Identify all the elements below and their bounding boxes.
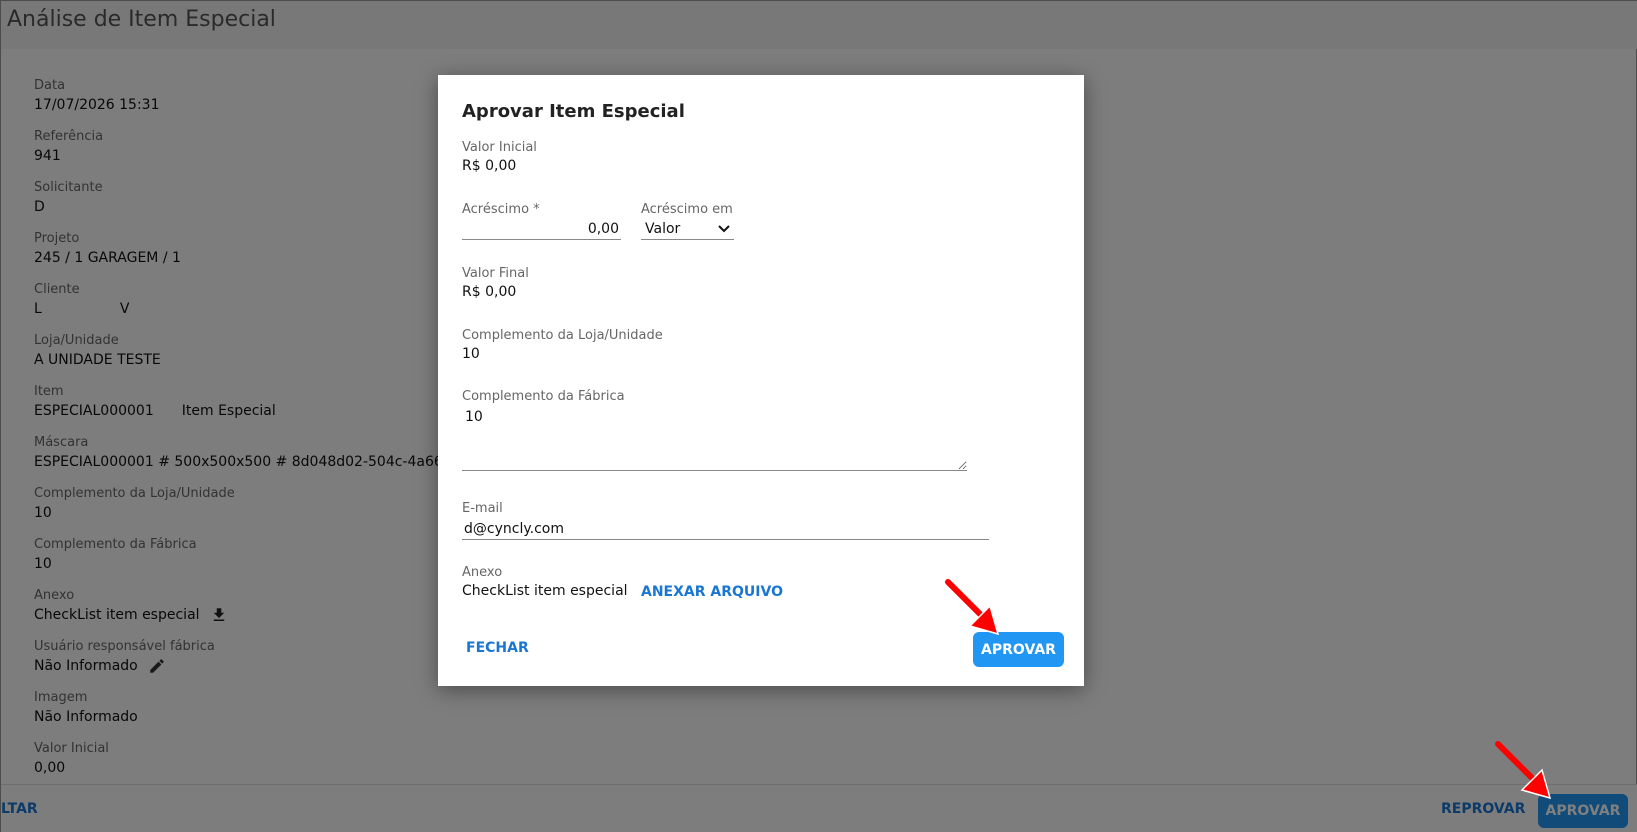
acrescimo-input[interactable]	[462, 218, 621, 240]
annotation-arrow-icon	[945, 579, 1000, 636]
acrescimo-label: Acréscimo *	[462, 202, 540, 217]
fechar-button[interactable]: FECHAR	[466, 640, 529, 656]
valor-inicial-value: R$ 0,00	[462, 158, 517, 174]
anexar-arquivo-button[interactable]: ANEXAR ARQUIVO	[641, 584, 783, 600]
email-label: E-mail	[462, 501, 503, 516]
comp-loja-value: 10	[462, 346, 480, 362]
valor-inicial-label: Valor Inicial	[462, 140, 537, 155]
comp-fabrica-label: Complemento da Fábrica	[462, 389, 625, 404]
annotation-arrow-icon	[1495, 741, 1552, 800]
chevron-down-icon	[718, 222, 730, 236]
valor-final-label: Valor Final	[462, 266, 529, 281]
comp-loja-label: Complemento da Loja/Unidade	[462, 328, 663, 343]
acrescimo-em-label: Acréscimo em	[641, 202, 733, 217]
acrescimo-em-select[interactable]: Valor	[641, 218, 734, 240]
dialog-title: Aprovar Item Especial	[462, 101, 685, 122]
email-input[interactable]	[462, 518, 989, 540]
anexo-label: Anexo	[462, 565, 503, 580]
anexo-filename: CheckList item especial	[462, 583, 628, 599]
comp-fabrica-textarea[interactable]: 10	[462, 405, 967, 471]
acrescimo-em-value: Valor	[645, 220, 681, 237]
valor-final-value: R$ 0,00	[462, 284, 517, 300]
